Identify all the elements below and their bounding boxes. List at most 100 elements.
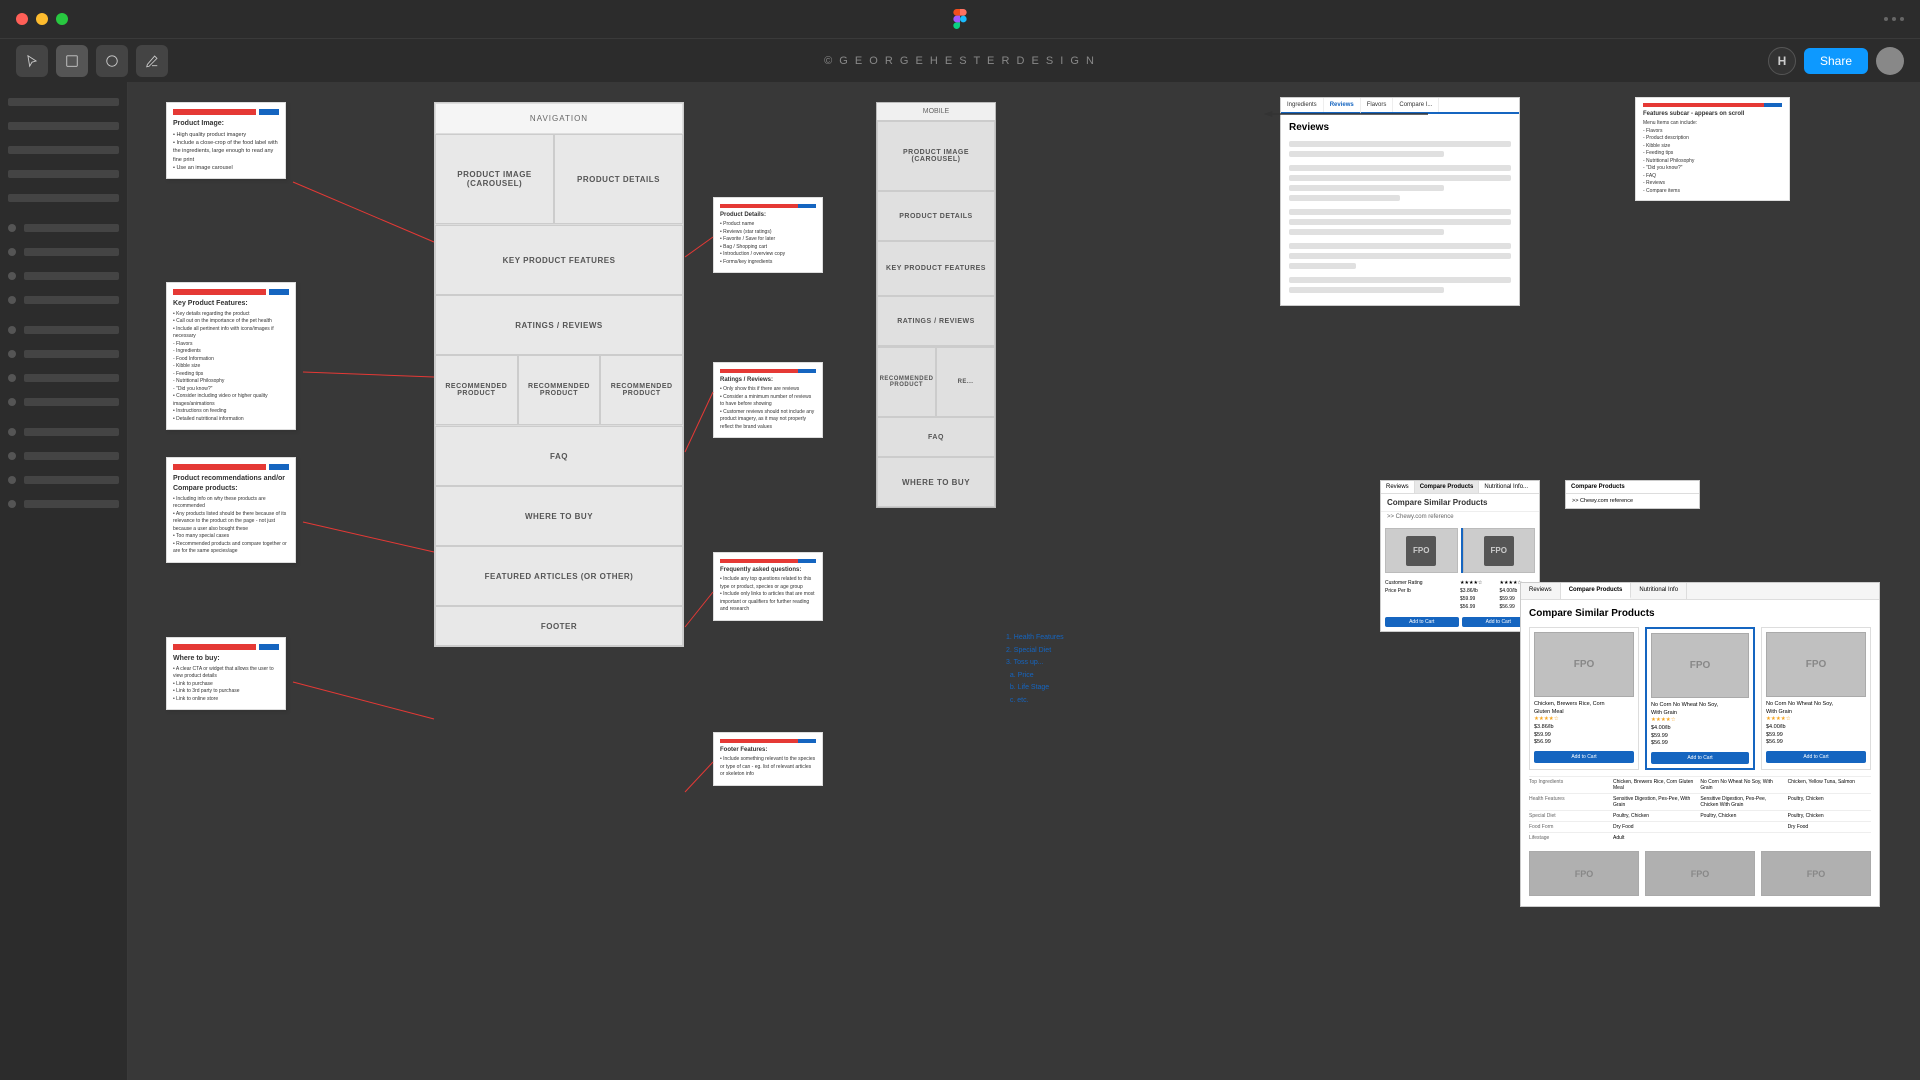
ratings-section: RATINGS / REVIEWS bbox=[435, 295, 683, 355]
product-info-1: Chicken, Brewers Rice, Corn Gluten Meal … bbox=[1534, 701, 1634, 747]
anno-title: Product Details: bbox=[720, 211, 816, 219]
anno-product-details: Product Details: • Product name • Review… bbox=[713, 197, 823, 273]
compare-fpo-sm-1: FPO bbox=[1529, 851, 1639, 898]
product-details-box: PRODUCT DETAILS bbox=[554, 134, 683, 224]
user-avatar[interactable] bbox=[1876, 47, 1904, 75]
title-bar-right bbox=[1884, 17, 1904, 21]
tab-compare-large[interactable]: Compare Products bbox=[1561, 583, 1632, 599]
sidebar-item bbox=[0, 162, 127, 186]
sticky-where-to-buy: Where to buy: • A clear CTA or widget th… bbox=[166, 637, 286, 710]
tab-reviews-small[interactable]: Reviews bbox=[1381, 481, 1415, 493]
anno-content: • Only show this if there are reviews • … bbox=[720, 386, 816, 431]
tab-reviews-large[interactable]: Reviews bbox=[1521, 583, 1561, 599]
tab-compare-ref[interactable]: Compare Products bbox=[1566, 481, 1630, 493]
toolbar-right: H Share bbox=[1768, 47, 1904, 75]
sidebar-item bbox=[0, 318, 127, 342]
sticky-title: Where to buy: bbox=[173, 654, 279, 664]
compare-tabs-ref: Compare Products bbox=[1566, 481, 1699, 494]
sidebar-item bbox=[0, 492, 127, 516]
sticky-key-features: Key Product Features: • Key details rega… bbox=[166, 282, 296, 430]
tool-frame[interactable] bbox=[56, 45, 88, 77]
compare-title-small: Compare Similar Products bbox=[1381, 494, 1539, 512]
sidebar-item bbox=[0, 138, 127, 162]
tab-compare-small[interactable]: Compare Products bbox=[1415, 481, 1480, 493]
wireframe-container: Product Image: • High quality product im… bbox=[138, 92, 1910, 1080]
tool-move[interactable] bbox=[16, 45, 48, 77]
mob-key-features: KEY PRODUCT FEATURES bbox=[877, 241, 995, 296]
tab-ingredients[interactable]: Ingredients bbox=[1281, 98, 1324, 112]
toolbar: © G E O R G E H E S T E R D E S I G N H … bbox=[0, 38, 1920, 82]
anno-ratings: Ratings / Reviews: • Only show this if t… bbox=[713, 362, 823, 438]
add-to-cart-1[interactable]: Add to Cart bbox=[1385, 617, 1459, 627]
sticky-content: • High quality product imagery • Include… bbox=[173, 131, 279, 172]
sidebar-item bbox=[0, 420, 127, 444]
tab-nutritional-small[interactable]: Nutritional Info... bbox=[1479, 481, 1533, 493]
tab-reviews[interactable]: Reviews bbox=[1324, 98, 1361, 114]
sticky-content: • A clear CTA or widget that allows the … bbox=[173, 666, 279, 704]
review-line bbox=[1289, 141, 1511, 147]
review-line bbox=[1289, 185, 1444, 191]
share-button[interactable]: Share bbox=[1804, 48, 1868, 74]
reviews-panel: Ingredients Reviews Flavors Compare I...… bbox=[1280, 97, 1520, 306]
mobile-frame: MOBILE PRODUCT IMAGE (CAROUSEL) PRODUCT … bbox=[876, 102, 996, 508]
product-info-3: No Corn No Wheat No Soy, With Grain ★★★★… bbox=[1766, 701, 1866, 747]
review-line bbox=[1289, 229, 1444, 235]
tool-shape[interactable] bbox=[96, 45, 128, 77]
sticky-product-recs: Product recommendations and/or Compare p… bbox=[166, 457, 296, 563]
key-features-section: KEY PRODUCT FEATURES bbox=[435, 225, 683, 295]
mob-ratings: RATINGS / REVIEWS bbox=[877, 296, 995, 346]
product-row: PRODUCT IMAGE (CAROUSEL) PRODUCT DETAILS bbox=[435, 134, 683, 225]
sticky-product-image: Product Image: • High quality product im… bbox=[166, 102, 286, 179]
sidebar-item bbox=[0, 216, 127, 240]
anno-content: • Product name • Reviews (star ratings) … bbox=[720, 221, 816, 266]
feature-subcar-anno: Features subcar - appears on scroll Menu… bbox=[1635, 97, 1790, 201]
sticky-title: Key Product Features: bbox=[173, 299, 289, 309]
mob-rec-1: RECOMMENDED PRODUCT bbox=[877, 347, 936, 417]
tab-compare[interactable]: Compare I... bbox=[1393, 98, 1439, 112]
traffic-lights bbox=[16, 13, 68, 25]
large-compare-tabs: Reviews Compare Products Nutritional Inf… bbox=[1521, 583, 1879, 600]
add-cart-large-3[interactable]: Add to Cart bbox=[1766, 751, 1866, 763]
sidebar-item bbox=[0, 264, 127, 288]
sidebar-item bbox=[0, 390, 127, 414]
main-area: Product Image: • High quality product im… bbox=[0, 82, 1920, 1080]
minimize-button[interactable] bbox=[36, 13, 48, 25]
mob-product-details: PRODUCT DETAILS bbox=[877, 191, 995, 241]
tab-flavors[interactable]: Flavors bbox=[1361, 98, 1394, 112]
mob-where-to-buy: WHERE TO BUY bbox=[877, 457, 995, 507]
sticky-title: Product Image: bbox=[173, 119, 279, 129]
add-cart-large-2[interactable]: Add to Cart bbox=[1651, 752, 1749, 764]
anno-footer: Footer Features: • Include something rel… bbox=[713, 732, 823, 786]
mob-rec-2: RE... bbox=[936, 347, 995, 417]
featured-section: FEATURED ARTICLES (OR OTHER) bbox=[435, 546, 683, 606]
brand-logo: H bbox=[1768, 47, 1796, 75]
mob-faq: FAQ bbox=[877, 417, 995, 457]
tool-pen[interactable] bbox=[136, 45, 168, 77]
mob-recommended-row: RECOMMENDED PRODUCT RE... bbox=[877, 346, 995, 417]
review-line bbox=[1289, 151, 1444, 157]
anno-faq: Frequently asked questions: • Include an… bbox=[713, 552, 823, 621]
sidebar-item bbox=[0, 288, 127, 312]
where-to-buy-section: WHERE TO BUY bbox=[435, 486, 683, 546]
close-button[interactable] bbox=[16, 13, 28, 25]
compare-fpo-sm-3: FPO bbox=[1761, 851, 1871, 898]
tab-nutritional-large[interactable]: Nutritional Info bbox=[1631, 583, 1687, 599]
product-image-box: PRODUCT IMAGE (CAROUSEL) bbox=[435, 134, 554, 224]
maximize-button[interactable] bbox=[56, 13, 68, 25]
add-cart-large-1[interactable]: Add to Cart bbox=[1534, 751, 1634, 763]
large-compare-body: Compare Similar Products FPO Chicken, Br… bbox=[1521, 600, 1879, 906]
review-line bbox=[1289, 243, 1511, 249]
large-compare-item-3: FPO No Corn No Wheat No Soy, With Grain … bbox=[1761, 627, 1871, 770]
review-line bbox=[1289, 195, 1400, 201]
sidebar-item bbox=[0, 342, 127, 366]
product-info-2: No Corn No Wheat No Soy, With Grain ★★★★… bbox=[1651, 702, 1749, 748]
anno-title: Ratings / Reviews: bbox=[720, 376, 816, 384]
anno-content: • Include something relevant to the spec… bbox=[720, 756, 816, 779]
sticky-content: • Including info on why these products a… bbox=[173, 496, 289, 556]
large-compare-item-1: FPO Chicken, Brewers Rice, Corn Gluten M… bbox=[1529, 627, 1639, 770]
feature-anno-title: Features subcar - appears on scroll bbox=[1643, 110, 1782, 118]
reviews-body: Reviews bbox=[1281, 114, 1519, 305]
mobile-nav: MOBILE bbox=[877, 103, 995, 121]
faq-section: FAQ bbox=[435, 426, 683, 486]
canvas[interactable]: Product Image: • High quality product im… bbox=[128, 82, 1920, 1080]
